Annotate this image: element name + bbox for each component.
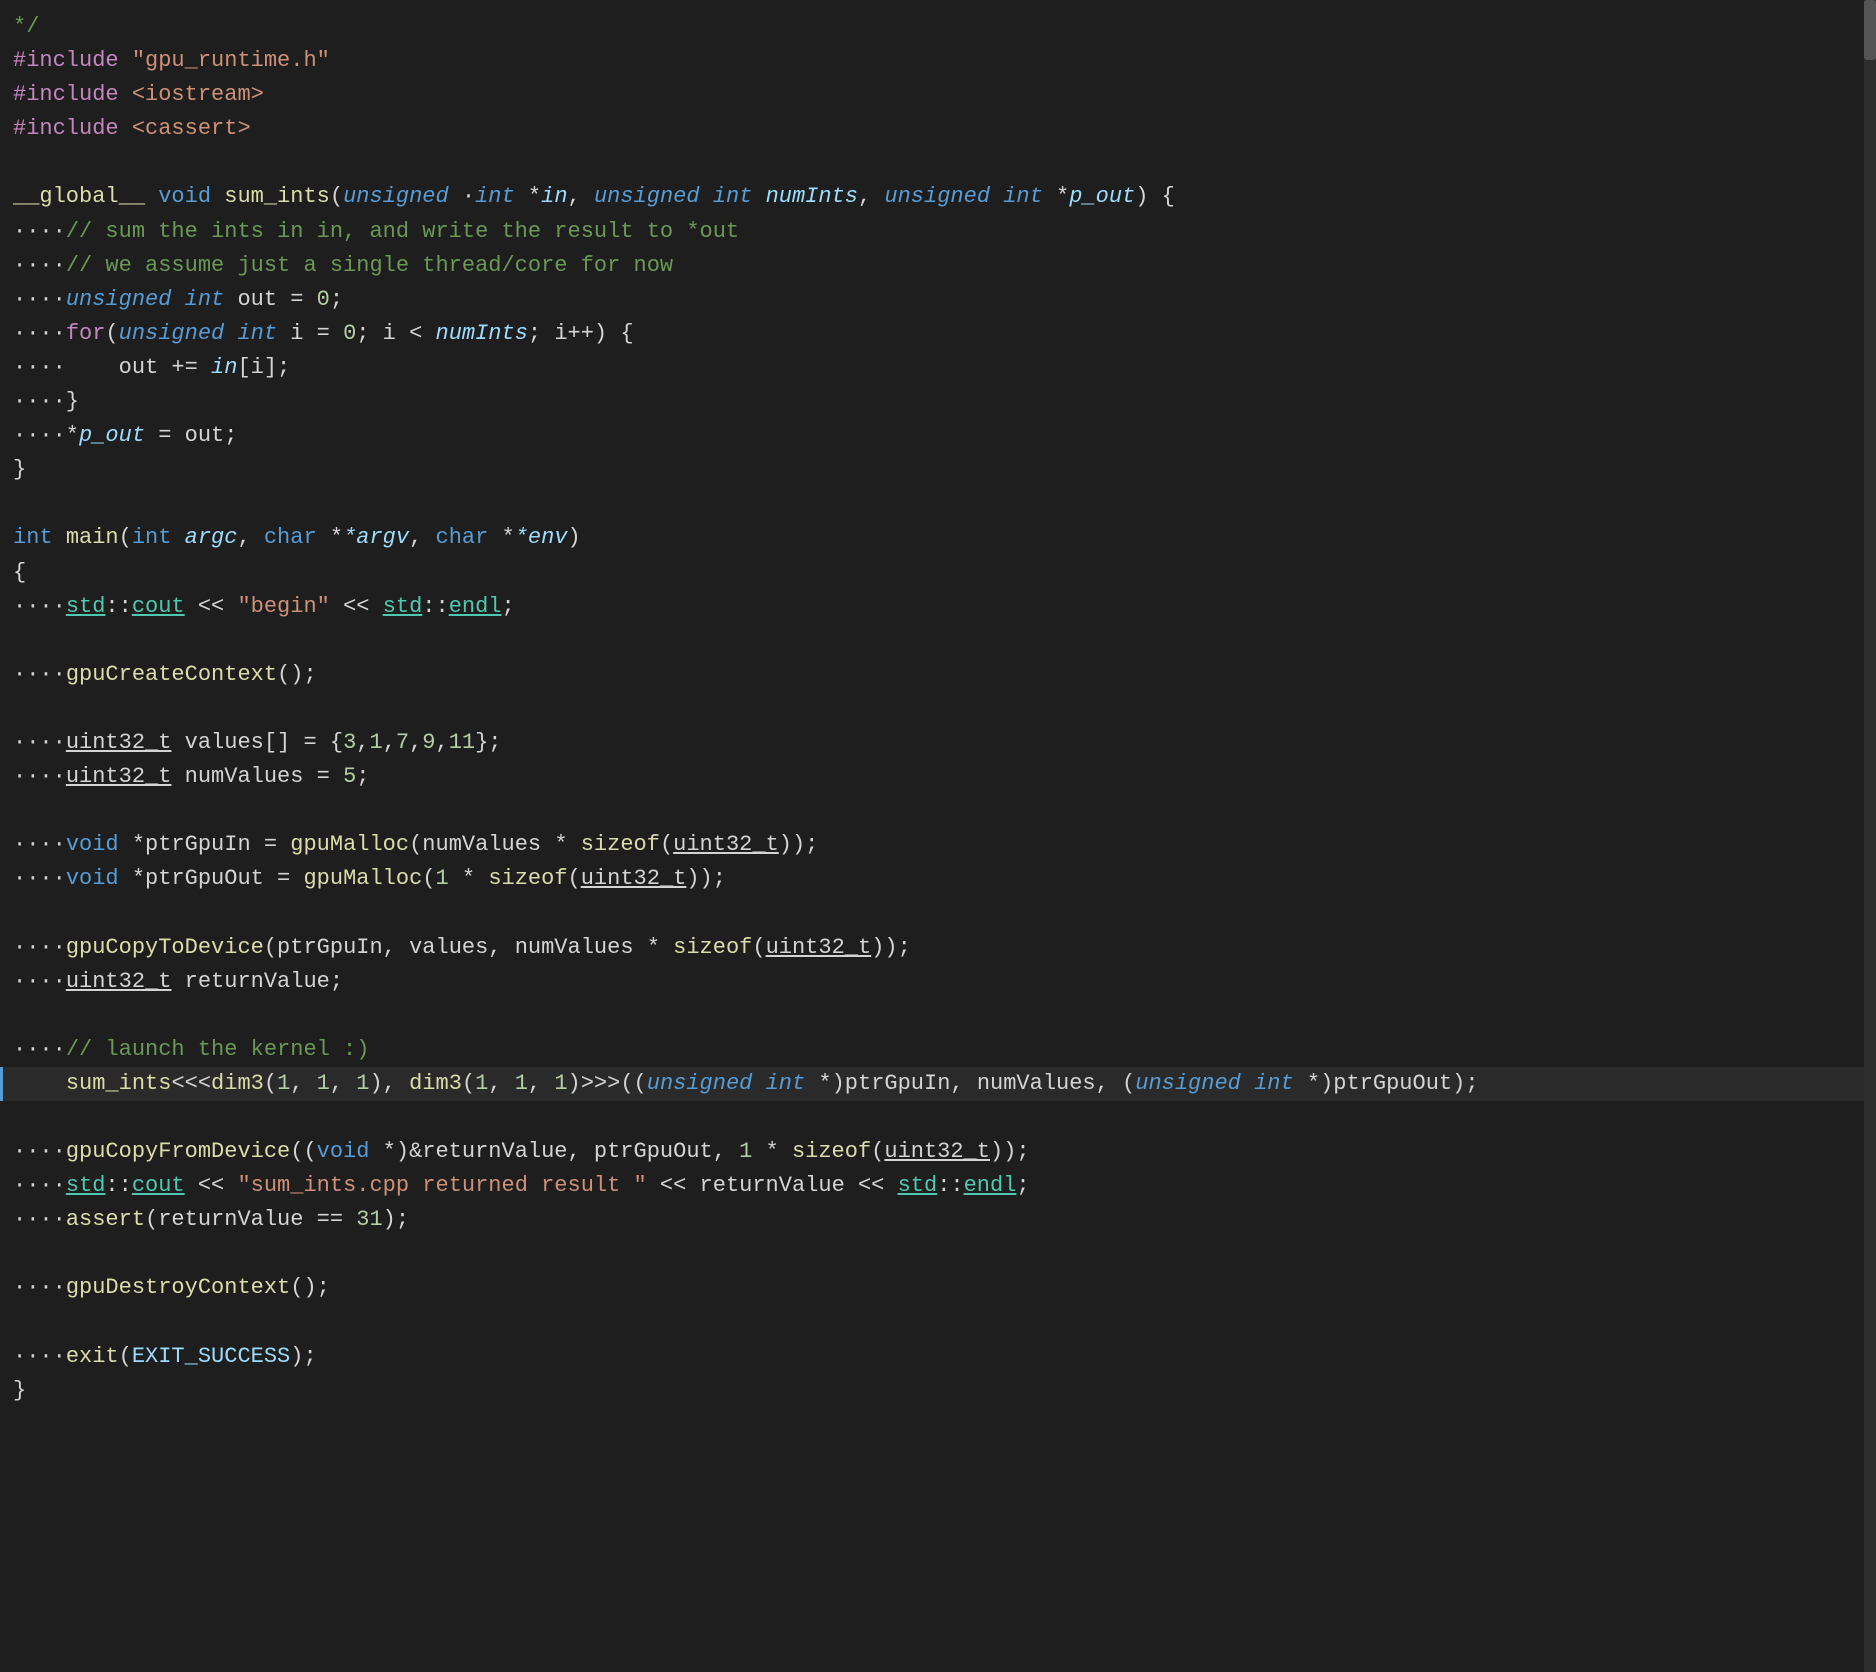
line-content: */ xyxy=(13,10,39,44)
code-line-40: ····exit(EXIT_SUCCESS); xyxy=(0,1340,1876,1374)
code-line-8: ····// we assume just a single thread/co… xyxy=(0,249,1876,283)
code-line-25: ····void *ptrGpuIn = gpuMalloc(numValues… xyxy=(0,828,1876,862)
code-line-17: { xyxy=(0,556,1876,590)
include-path: "gpu_runtime.h" xyxy=(132,44,330,78)
code-line-7: ····// sum the ints in in, and write the… xyxy=(0,215,1876,249)
code-line-32: sum_ints<<<dim3(1, 1, 1), dim3(1, 1, 1)>… xyxy=(0,1067,1876,1101)
code-line-41: } xyxy=(0,1374,1876,1408)
code-line-10: ····for(unsigned int i = 0; i < numInts;… xyxy=(0,317,1876,351)
code-line-18: ····std::cout << "begin" << std::endl; xyxy=(0,590,1876,624)
code-line-2: #include "gpu_runtime.h" xyxy=(0,44,1876,78)
code-line-1: */ xyxy=(0,10,1876,44)
code-line-23: ····uint32_t numValues = 5; xyxy=(0,760,1876,794)
code-line-24 xyxy=(0,794,1876,828)
code-line-15 xyxy=(0,487,1876,521)
code-line-13: ····*p_out = out; xyxy=(0,419,1876,453)
code-line-3: #include <iostream> xyxy=(0,78,1876,112)
code-line-12: ····} xyxy=(0,385,1876,419)
code-line-20: ····gpuCreateContext(); xyxy=(0,658,1876,692)
code-line-38: ····gpuDestroyContext(); xyxy=(0,1271,1876,1305)
code-editor: */ #include "gpu_runtime.h" #include <io… xyxy=(0,0,1876,1672)
code-line-5 xyxy=(0,146,1876,180)
scrollbar[interactable] xyxy=(1864,0,1876,1672)
scrollbar-thumb[interactable] xyxy=(1864,0,1876,60)
code-line-33 xyxy=(0,1101,1876,1135)
code-line-22: ····uint32_t values[] = {3,1,7,9,11}; xyxy=(0,726,1876,760)
code-line-11: ···· out += in[i]; xyxy=(0,351,1876,385)
code-line-35: ····std::cout << "sum_ints.cpp returned … xyxy=(0,1169,1876,1203)
preprocessor-keyword: #include xyxy=(13,44,119,78)
code-line-14: } xyxy=(0,453,1876,487)
code-line-31: ····// launch the kernel :) xyxy=(0,1033,1876,1067)
code-line-37 xyxy=(0,1237,1876,1271)
code-line-19 xyxy=(0,624,1876,658)
code-line-21 xyxy=(0,692,1876,726)
code-line-30 xyxy=(0,999,1876,1033)
code-line-39 xyxy=(0,1306,1876,1340)
code-line-16: int main(int argc, char **argv, char **e… xyxy=(0,521,1876,555)
code-line-9: ····unsigned int out = 0; xyxy=(0,283,1876,317)
code-line-26: ····void *ptrGpuOut = gpuMalloc(1 * size… xyxy=(0,862,1876,896)
code-line-29: ····uint32_t returnValue; xyxy=(0,965,1876,999)
code-line-27 xyxy=(0,896,1876,930)
code-line-4: #include <cassert> xyxy=(0,112,1876,146)
code-line-6: __global__ void sum_ints(unsigned ·int *… xyxy=(0,180,1876,214)
code-line-28: ····gpuCopyToDevice(ptrGpuIn, values, nu… xyxy=(0,931,1876,965)
code-line-34: ····gpuCopyFromDevice((void *)&returnVal… xyxy=(0,1135,1876,1169)
code-line-36: ····assert(returnValue == 31); xyxy=(0,1203,1876,1237)
